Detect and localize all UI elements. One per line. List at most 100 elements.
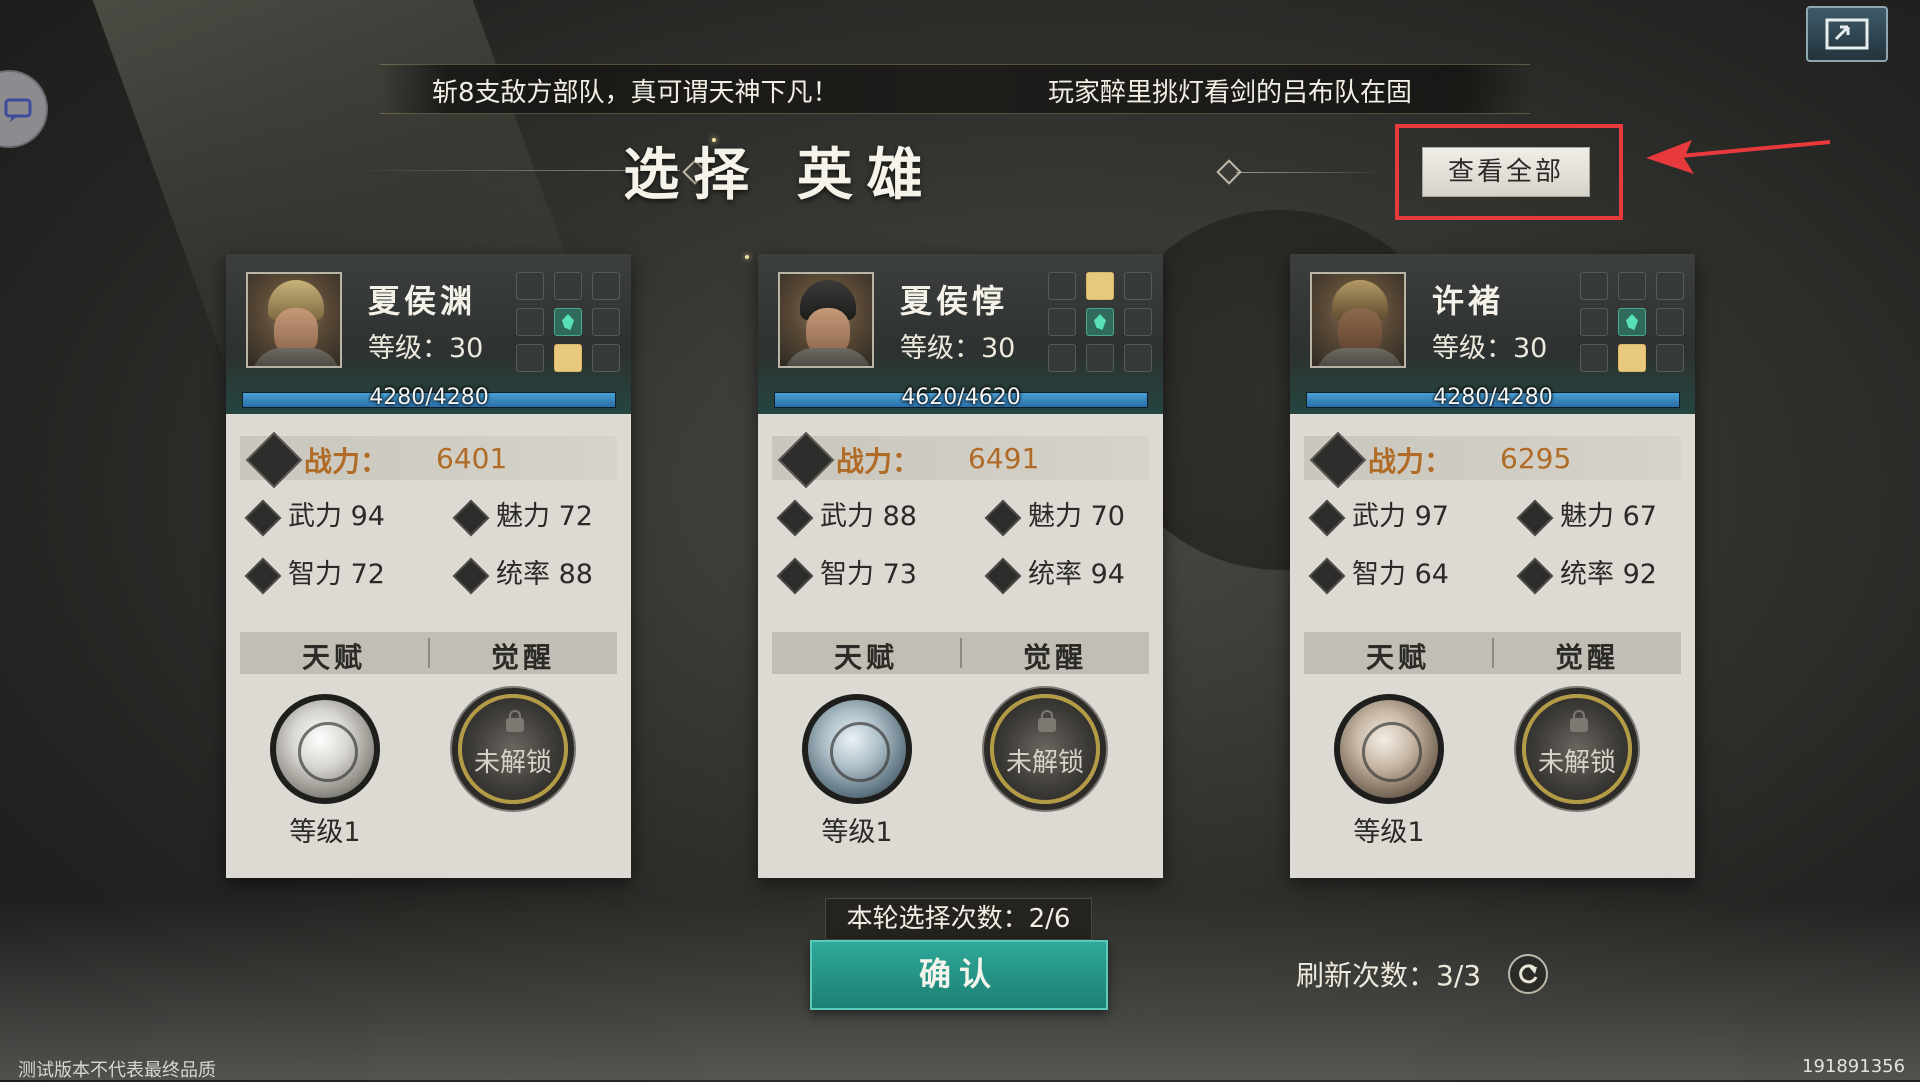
stat-force: 武力 88 <box>776 494 917 536</box>
equip-slot-empty <box>516 308 544 336</box>
tab-talent[interactable]: 天赋 <box>240 636 428 676</box>
lock-icon <box>1570 710 1588 732</box>
card-header: 许褚 等级：30 4280/4280 <box>1290 254 1695 414</box>
card-header: 夏侯渊 等级：30 4280/4280 <box>226 254 631 414</box>
power-icon <box>245 431 303 489</box>
equip-slot-empty <box>516 272 544 300</box>
user-id: 191891356 <box>1802 1056 1906 1077</box>
equip-slot-empty <box>1580 344 1608 372</box>
awaken-locked-icon[interactable]: 未解锁 <box>1522 694 1632 804</box>
command-icon <box>1516 557 1554 594</box>
power-icon <box>777 431 835 489</box>
equip-slot-empty <box>1048 308 1076 336</box>
hp-text: 4620/4620 <box>901 385 1021 410</box>
force-icon <box>244 499 282 536</box>
stat-intellect: 智力 73 <box>776 552 917 594</box>
equip-slot-green <box>1618 308 1646 336</box>
locked-text: 未解锁 <box>1537 748 1616 778</box>
equip-slot-empty <box>592 272 620 300</box>
equipment-grid <box>1580 272 1684 376</box>
power-value: 6491 <box>968 442 1040 475</box>
refresh-icon <box>1519 964 1538 984</box>
title-area: 选择 英雄 <box>330 130 1242 210</box>
hero-level: 等级：30 <box>900 333 1016 364</box>
intellect-icon <box>776 557 814 594</box>
equip-slot-empty <box>1086 344 1114 372</box>
hero-card-xiahouyuan[interactable]: 夏侯渊 等级：30 4280/4280 战力： 6401 武力 94 魅力 72… <box>226 254 631 878</box>
equip-slot-empty <box>1618 272 1646 300</box>
equip-slot-empty <box>592 344 620 372</box>
page-title: 选择 英雄 <box>623 142 937 208</box>
hero-name: 夏侯惇 <box>900 282 1009 320</box>
confirm-button[interactable]: 确认 <box>810 940 1108 1010</box>
announcement-ticker: 斩8支敌方部队，真可谓天神下凡！ 玩家醉里挑灯看剑的吕布队在固 <box>380 64 1530 114</box>
charm-icon <box>1516 499 1554 536</box>
equip-slot-empty <box>592 308 620 336</box>
tab-talent[interactable]: 天赋 <box>772 636 960 676</box>
refresh-count: 刷新次数：3/3 <box>1296 959 1482 992</box>
equip-slot-empty <box>1124 272 1152 300</box>
locked-text: 未解锁 <box>473 748 552 778</box>
power-row: 战力： 6401 <box>240 431 617 489</box>
hero-name: 许褚 <box>1432 282 1505 320</box>
awaken-locked-icon[interactable]: 未解锁 <box>458 694 568 804</box>
hero-portrait <box>1310 272 1406 368</box>
equip-slot-empty <box>1124 308 1152 336</box>
charm-icon <box>984 499 1022 536</box>
lock-icon <box>506 710 524 732</box>
locked-text: 未解锁 <box>1005 748 1084 778</box>
hero-portrait <box>778 272 874 368</box>
test-version-notice: 测试版本不代表最终品质 <box>18 1060 216 1081</box>
power-label: 战力： <box>836 445 921 478</box>
power-label: 战力： <box>1368 445 1453 478</box>
hero-card-xuchu[interactable]: 许褚 等级：30 4280/4280 战力： 6295 武力 97 魅力 67 … <box>1290 254 1695 878</box>
talent-bow-icon[interactable] <box>270 694 380 804</box>
card-header: 夏侯惇 等级：30 4620/4620 <box>758 254 1163 414</box>
equip-slot-empty <box>1048 344 1076 372</box>
exit-icon[interactable] <box>1806 6 1888 62</box>
lock-icon <box>1038 710 1056 732</box>
talent-level: 等级1 <box>821 817 893 848</box>
view-all-button[interactable]: 查看全部 <box>1422 147 1590 197</box>
stat-command: 统率 92 <box>1516 552 1657 594</box>
tab-talent[interactable]: 天赋 <box>1304 636 1492 676</box>
talent-warrior-icon[interactable] <box>1334 694 1444 804</box>
intellect-icon <box>244 557 282 594</box>
equip-slot-empty <box>1580 272 1608 300</box>
equip-slot-green <box>554 308 582 336</box>
awaken-locked-icon[interactable]: 未解锁 <box>990 694 1100 804</box>
power-value: 6401 <box>436 442 508 475</box>
power-icon <box>1309 431 1367 489</box>
stat-intellect: 智力 64 <box>1308 552 1449 594</box>
force-icon <box>776 499 814 536</box>
stat-command: 统率 94 <box>984 552 1125 594</box>
hp-bar: 4620/4620 <box>774 385 1148 410</box>
talent-cavalry-icon[interactable] <box>802 694 912 804</box>
talent-awaken-tabs: 天赋 觉醒 <box>1304 632 1681 674</box>
hero-portrait <box>246 272 342 368</box>
hero-card-xiahoudun[interactable]: 夏侯惇 等级：30 4620/4620 战力： 6491 武力 88 魅力 70… <box>758 254 1163 878</box>
equip-slot-gold <box>1618 344 1646 372</box>
tab-awaken[interactable]: 觉醒 <box>429 636 617 676</box>
tab-awaken[interactable]: 觉醒 <box>961 636 1149 676</box>
selection-count: 本轮选择次数：2/6 <box>825 898 1092 940</box>
refresh-button[interactable] <box>1508 954 1548 994</box>
equip-slot-empty <box>1124 344 1152 372</box>
stat-charm: 魅力 70 <box>984 494 1125 536</box>
ticker-right-text: 玩家醉里挑灯看剑的吕布队在固 <box>1048 78 1413 108</box>
stat-charm: 魅力 67 <box>1516 494 1657 536</box>
talent-level: 等级1 <box>1353 817 1425 848</box>
hero-level: 等级：30 <box>1432 333 1548 364</box>
equip-slot-empty <box>1048 272 1076 300</box>
equip-slot-empty <box>1656 344 1684 372</box>
equip-slot-gold <box>554 344 582 372</box>
stat-command: 统率 88 <box>452 552 593 594</box>
power-value: 6295 <box>1500 442 1572 475</box>
talent-awaken-tabs: 天赋 觉醒 <box>240 632 617 674</box>
charm-icon <box>452 499 490 536</box>
hero-level: 等级：30 <box>368 333 484 364</box>
talent-level: 等级1 <box>289 817 361 848</box>
side-chat-icon[interactable] <box>0 70 48 148</box>
tab-awaken[interactable]: 觉醒 <box>1493 636 1681 676</box>
equipment-grid <box>516 272 620 376</box>
